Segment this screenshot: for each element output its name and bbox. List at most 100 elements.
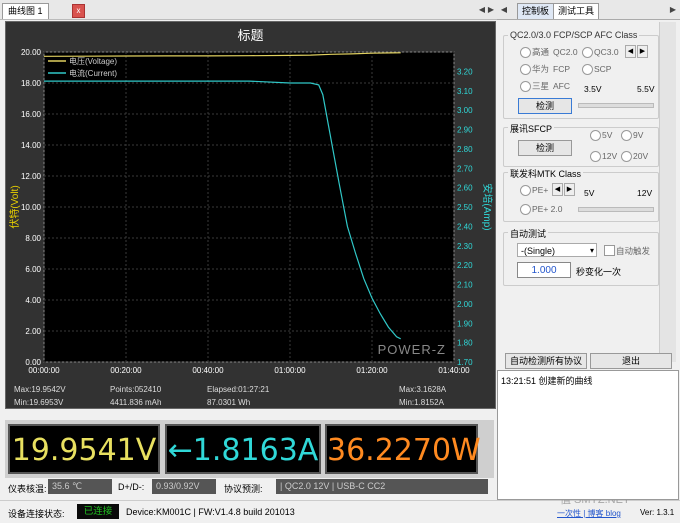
chart-panel: 标题 伏特(Volt) 安培(Amp) 0.00 2.00 4.00 6.00 8.00… <box>5 21 496 409</box>
y-tick-label: 20.00 <box>21 48 42 57</box>
stat-max-voltage: Max:19.9542V <box>14 385 66 394</box>
tab-scroll-right-icon[interactable]: ▶ <box>487 4 495 15</box>
voltage-readout: 19.9541V <box>8 424 160 474</box>
tab-scroll-left-icon[interactable]: ◀ <box>478 4 486 15</box>
stat-min-current: Min:1.8152A <box>399 398 444 407</box>
protocol-label: 协议预测: <box>224 484 263 494</box>
stat-points: Points:052410 <box>110 385 162 394</box>
current-readout: ←1.8163A <box>165 424 321 474</box>
y2-tick-label: 3.00 <box>457 106 473 115</box>
tab-chart-1-label: 曲线图 1 <box>8 6 43 16</box>
y2-tick-label: 2.90 <box>457 126 473 135</box>
auto-mode-value: -(Single) <box>521 246 556 256</box>
right-tab-scroll-right-icon[interactable]: ▶ <box>669 4 677 15</box>
mtk-spin-right-icon[interactable]: ▶ <box>564 183 575 196</box>
y2-tick-label: 2.10 <box>457 281 473 290</box>
tab-tools[interactable]: 测试工具 <box>553 3 600 19</box>
blog-link[interactable]: 一次性 | 博客 blog <box>557 508 621 519</box>
x-tick-label: 01:20:00 <box>356 366 388 375</box>
radio-qc20[interactable] <box>520 47 531 58</box>
mtk-vmax-label: 12V <box>637 188 653 198</box>
sfcp-20v-label: 20V <box>633 151 649 161</box>
x-tick-label: 00:00:00 <box>28 366 60 375</box>
device-info: Device:KM001C | FW:V1.4.8 build 201013 <box>126 507 295 517</box>
y2-tick-label: 1.90 <box>457 319 473 328</box>
radio-fcp[interactable] <box>520 64 531 75</box>
y2-tick-label: 2.70 <box>457 164 473 173</box>
y-tick-label: 2.00 <box>25 327 41 336</box>
exit-button[interactable]: 退出 <box>590 353 672 369</box>
y-tick-label: 16.00 <box>21 110 42 119</box>
log-panel[interactable]: 13:21:51 创建新的曲线 <box>497 370 679 500</box>
afc-label: AFC <box>553 81 570 91</box>
stat-min-voltage: Min:19.6953V <box>14 398 64 407</box>
x-tick-label: 00:20:00 <box>110 366 142 375</box>
stat-elapsed: Elapsed:01:27:21 <box>207 385 270 394</box>
y2-tick-label: 2.60 <box>457 184 473 193</box>
radio-scp[interactable] <box>582 64 593 75</box>
auto-detect-all-button[interactable]: 自动检测所有协议 <box>505 353 587 369</box>
temp-label: 仪表核温: <box>8 484 47 494</box>
sfcp-detect-button[interactable]: 检测 <box>518 140 572 156</box>
right-panel-scrollbar[interactable] <box>659 22 676 362</box>
connection-status-badge: 已连接 <box>77 504 119 519</box>
qc30-label: QC3.0 <box>594 47 619 57</box>
right-tab-scroll-left-icon[interactable]: ◀ <box>500 4 508 15</box>
radio-afc[interactable] <box>520 81 531 92</box>
power-z-watermark: POWER-Z <box>378 342 446 357</box>
legend-current-label: 电流(Current) <box>69 68 117 78</box>
auto-mode-select[interactable]: -(Single) ▾ <box>517 243 597 257</box>
y-tick-label: 8.00 <box>25 234 41 243</box>
stat-wh: 87.0301 Wh <box>207 398 251 407</box>
y-tick-label: 14.00 <box>21 141 42 150</box>
y2-tick-label: 3.10 <box>457 87 473 96</box>
sfcp-12v-label: 12V <box>602 151 618 161</box>
radio-sfcp-20v[interactable] <box>621 151 632 162</box>
auto-test-group-title: 自动测试 <box>508 227 549 240</box>
scp-label: SCP <box>594 64 612 74</box>
y2-tick-label: 3.20 <box>457 67 473 76</box>
radio-sfcp-12v[interactable] <box>590 151 601 162</box>
radio-sfcp-9v[interactable] <box>621 130 632 141</box>
left-axis-label: 伏特(Volt) <box>8 185 21 228</box>
huawei-label: 华为 <box>532 64 550 74</box>
y2-tick-label: 2.30 <box>457 242 473 251</box>
qc-detect-button[interactable]: 检测 <box>518 98 572 114</box>
pe-plus-label: PE+ <box>532 185 549 195</box>
sanxing-label: 三星 <box>532 81 550 91</box>
mtk-voltage-slider[interactable] <box>578 207 654 212</box>
tab-control[interactable]: 控制板 <box>517 3 555 19</box>
tab-close-button[interactable]: x <box>72 4 85 18</box>
y2-tick-label: 2.00 <box>457 300 473 309</box>
right-tab-bar: ◀ 控制板 测试工具 ▶ <box>497 0 680 20</box>
dpdm-value: 0.93/0.92V <box>152 479 216 494</box>
x-tick-label: 00:40:00 <box>192 366 224 375</box>
sfcp-9v-label: 9V <box>633 130 644 140</box>
qc-vmin-label: 3.5V <box>584 84 602 94</box>
radio-qc30[interactable] <box>582 47 593 58</box>
radio-sfcp-5v[interactable] <box>590 130 601 141</box>
mtk-spin-left-icon[interactable]: ◀ <box>552 183 563 196</box>
radio-pe-plus[interactable] <box>520 185 531 196</box>
qc-spin-right-icon[interactable]: ▶ <box>637 45 648 58</box>
tab-chart-1[interactable]: 曲线图 1 <box>2 3 49 19</box>
right-axis-label: 安培(Amp) <box>481 183 494 230</box>
seconds-input[interactable]: 1.000 <box>517 262 571 278</box>
y2-tick-label: 2.20 <box>457 261 473 270</box>
radio-pe-plus-20[interactable] <box>520 204 531 215</box>
sfcp-group-title: 展讯SFCP <box>508 122 555 135</box>
temp-value: 35.6 ℃ <box>48 479 112 494</box>
protocol-value: | QC2.0 12V | USB-C CC2 <box>276 479 488 494</box>
chevron-down-icon: ▾ <box>589 246 594 255</box>
chart-svg: 伏特(Volt) 安培(Amp) 0.002.004.006.008.0010.… <box>8 48 494 375</box>
qc-spin-left-icon[interactable]: ◀ <box>625 45 636 58</box>
status-bar: 设备连接状态: 已连接 Device:KM001C | FW:V1.4.8 bu… <box>0 494 680 523</box>
y2-tick-label: 1.80 <box>457 339 473 348</box>
version-label: Ver: 1.3.1 <box>640 508 675 517</box>
mtk-vmin-label: 5V <box>584 188 595 198</box>
legend-voltage-label: 电压(Voltage) <box>69 56 117 66</box>
pe-plus-20-label: PE+ 2.0 <box>532 204 563 214</box>
auto-trigger-checkbox[interactable] <box>604 245 615 256</box>
chart-tab-bar: 曲线图 1 x ◀ ▶ <box>0 0 497 20</box>
qc-voltage-slider[interactable] <box>578 103 654 108</box>
